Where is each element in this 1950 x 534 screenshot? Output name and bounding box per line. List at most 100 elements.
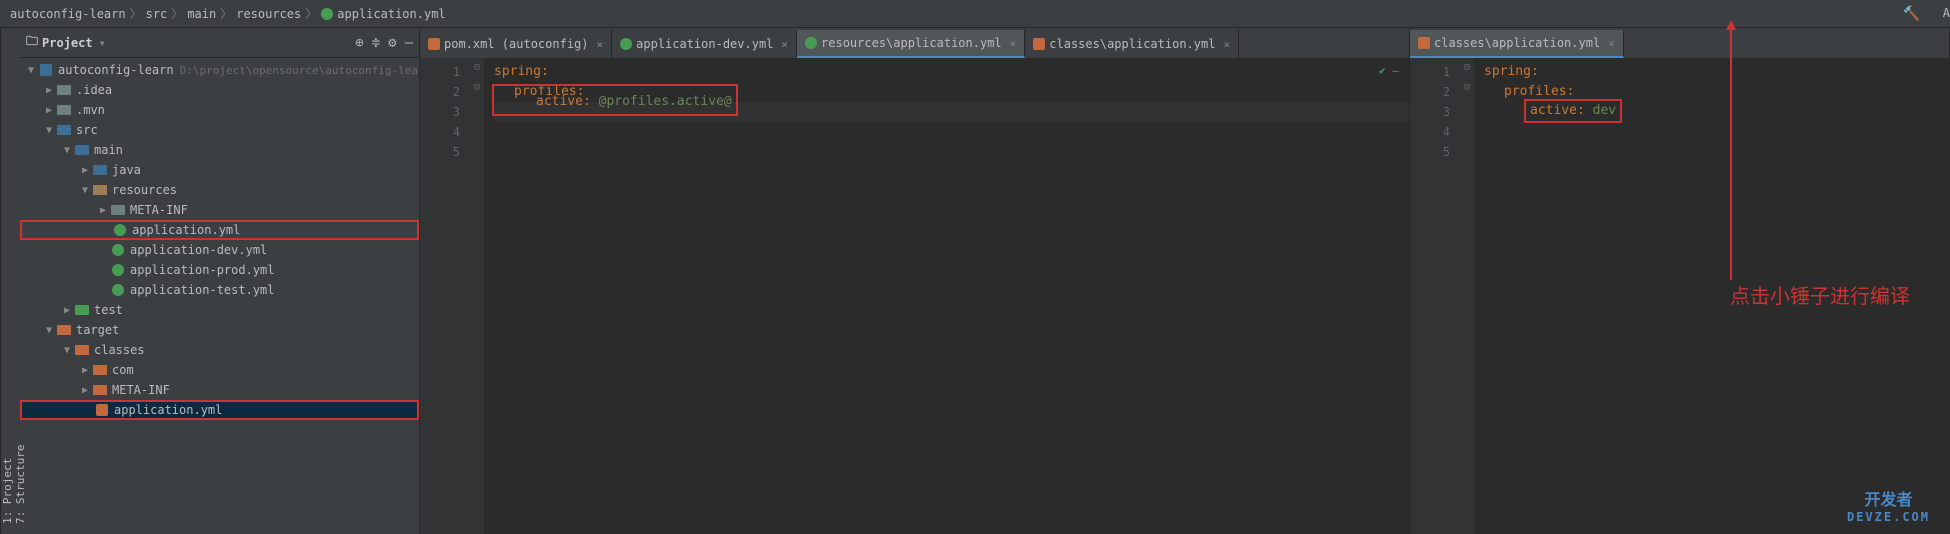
file-icon: [94, 402, 110, 418]
close-icon[interactable]: ×: [1010, 37, 1017, 50]
yaml-key: spring:: [1484, 62, 1539, 82]
tree-arrow-icon[interactable]: ▼: [78, 185, 92, 196]
close-icon[interactable]: ×: [781, 38, 788, 51]
line-number: 4: [420, 122, 460, 142]
tree-path: D:\project\opensource\autoconfig-lea: [180, 64, 418, 77]
project-title[interactable]: 🗀 Project ▾: [26, 32, 106, 53]
chevron-right-icon: 〉: [220, 5, 232, 22]
inspection-ok-icon[interactable]: ✔ —: [1379, 64, 1399, 77]
gear-icon[interactable]: ⚙: [388, 35, 396, 51]
tree-item[interactable]: ▼ classes: [20, 340, 419, 360]
tree-item[interactable]: application-prod.yml: [20, 260, 419, 280]
main-area: 1: Project 7: Structure 🗀 Project ▾ ⊕ ≑ …: [0, 28, 1950, 534]
file-icon: [74, 142, 90, 158]
tree-arrow-icon[interactable]: ▶: [60, 305, 74, 316]
tree-arrow-icon[interactable]: ▶: [42, 105, 56, 116]
tree-arrow-icon[interactable]: ▼: [42, 325, 56, 336]
fold-gutter[interactable]: ⊟⊟: [470, 58, 484, 534]
tree-label: META-INF: [112, 383, 170, 397]
tree-item[interactable]: application-test.yml: [20, 280, 419, 300]
tree-label: java: [112, 163, 141, 177]
rail-project-label[interactable]: 1: Project: [1, 38, 14, 524]
editor-tabs[interactable]: classes\application.yml×: [1410, 28, 1949, 58]
file-icon: [110, 202, 126, 218]
tree-item[interactable]: application.yml: [20, 400, 419, 420]
file-icon: [74, 302, 90, 318]
line-number: 3: [1410, 102, 1450, 122]
file-icon: [74, 342, 90, 358]
editor-tab[interactable]: application-dev.yml×: [612, 30, 797, 58]
breadcrumb-item[interactable]: main: [187, 7, 216, 21]
file-icon: [110, 242, 126, 258]
file-icon: [428, 38, 440, 50]
file-icon: [56, 82, 72, 98]
watermark: 开发者 DEVZE.COM: [1847, 486, 1930, 524]
tree-arrow-icon[interactable]: ▼: [60, 145, 74, 156]
tree-item[interactable]: application-dev.yml: [20, 240, 419, 260]
file-icon: [38, 62, 54, 78]
editor-tab[interactable]: pom.xml (autoconfig)×: [420, 30, 612, 58]
file-icon: [92, 382, 108, 398]
line-number: 1: [420, 62, 460, 82]
tree-item[interactable]: ▼resources: [20, 180, 419, 200]
tree-item[interactable]: application.yml: [20, 220, 419, 240]
tree-item[interactable]: ▶ java: [20, 160, 419, 180]
tree-label: classes: [94, 343, 145, 357]
tree-item[interactable]: ▶ com: [20, 360, 419, 380]
line-number: 2: [420, 82, 460, 102]
tree-item[interactable]: ▶META-INF: [20, 200, 419, 220]
tab-label: classes\application.yml: [1049, 37, 1215, 51]
line-number: 5: [420, 142, 460, 162]
breadcrumb-bar: autoconfig-learn〉 src〉 main〉 resources〉 …: [0, 0, 1950, 28]
tree-arrow-icon[interactable]: ▶: [96, 205, 110, 216]
fold-gutter[interactable]: ⊟⊟: [1460, 58, 1474, 534]
project-tree[interactable]: ▼autoconfig-learnD:\project\opensource\a…: [20, 58, 419, 534]
locate-icon[interactable]: ⊕: [355, 35, 363, 51]
tree-label: com: [112, 363, 134, 377]
editor-tab[interactable]: classes\application.yml×: [1410, 30, 1624, 58]
tree-arrow-icon[interactable]: ▼: [60, 345, 74, 356]
annotation-text: 点击小锤子进行编译: [1730, 280, 1910, 309]
chevron-down-icon: ▾: [99, 36, 106, 50]
close-icon[interactable]: ×: [1608, 37, 1615, 50]
editor-tab[interactable]: resources\application.yml×: [797, 30, 1025, 58]
tree-item[interactable]: ▶ test: [20, 300, 419, 320]
tree-item[interactable]: ▶ META-INF: [20, 380, 419, 400]
line-gutter: 12345: [420, 58, 470, 534]
tree-item[interactable]: ▼src: [20, 120, 419, 140]
breadcrumb-item[interactable]: resources: [236, 7, 301, 21]
build-hammer-icon[interactable]: 🔨: [1903, 6, 1920, 22]
run-config[interactable]: A: [1943, 6, 1950, 20]
editor-tab[interactable]: classes\application.yml ×: [1025, 30, 1239, 58]
tree-arrow-icon[interactable]: ▶: [78, 385, 92, 396]
tree-arrow-icon[interactable]: ▶: [42, 85, 56, 96]
close-icon[interactable]: ×: [1223, 38, 1230, 51]
editor-tabs[interactable]: pom.xml (autoconfig)×application-dev.yml…: [420, 28, 1409, 58]
breadcrumb-item[interactable]: application.yml: [337, 7, 445, 21]
tree-label: test: [94, 303, 123, 317]
file-icon: [805, 37, 817, 49]
code-area[interactable]: 12345 ⊟⊟ spring: profiles: active: @prof…: [420, 58, 1409, 534]
tree-arrow-icon[interactable]: ▶: [78, 165, 92, 176]
file-icon: [620, 38, 632, 50]
tree-item[interactable]: ▼autoconfig-learnD:\project\opensource\a…: [20, 60, 419, 80]
folder-icon: 🗀: [26, 32, 38, 53]
expand-icon[interactable]: ≑: [372, 35, 380, 51]
yaml-file-icon: [321, 8, 333, 20]
tree-item[interactable]: ▼main: [20, 140, 419, 160]
tree-item[interactable]: ▶.idea: [20, 80, 419, 100]
breadcrumb-item[interactable]: autoconfig-learn: [10, 7, 126, 21]
file-icon: [112, 222, 128, 238]
tree-item[interactable]: ▶.mvn: [20, 100, 419, 120]
rail-structure-label[interactable]: 7: Structure: [14, 38, 27, 524]
breadcrumb-item[interactable]: src: [146, 7, 168, 21]
tree-item[interactable]: ▼target: [20, 320, 419, 340]
tree-arrow-icon[interactable]: ▶: [78, 365, 92, 376]
hide-icon[interactable]: —: [405, 35, 413, 51]
code-content[interactable]: spring: profiles: active: @profiles.acti…: [484, 58, 1409, 534]
annotation-arrow: [1726, 20, 1736, 280]
close-icon[interactable]: ×: [597, 38, 604, 51]
highlight-box: active: dev: [1524, 99, 1622, 123]
tree-arrow-icon[interactable]: ▼: [42, 125, 56, 136]
left-tool-rail[interactable]: 1: Project 7: Structure: [0, 28, 20, 534]
